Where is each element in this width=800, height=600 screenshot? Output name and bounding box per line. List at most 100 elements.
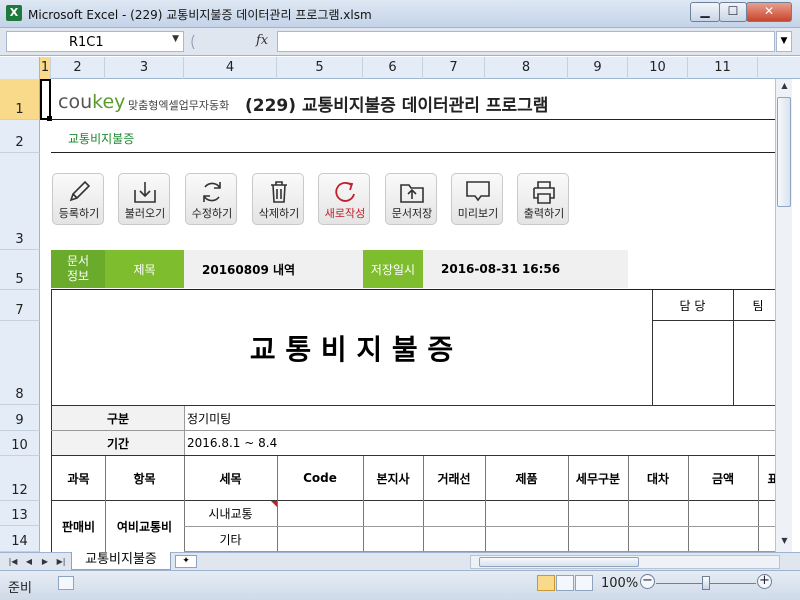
table-header-cell: 표 bbox=[767, 471, 775, 486]
row-header[interactable]: 13 bbox=[0, 501, 40, 526]
maximize-icon: ☐ bbox=[727, 4, 739, 18]
next-sheet-icon[interactable]: ▶ bbox=[38, 556, 52, 568]
coukey-logo: coukey bbox=[58, 91, 126, 113]
print-button[interactable]: 출력하기 bbox=[517, 173, 569, 225]
zoom-in-button[interactable]: + bbox=[757, 574, 772, 589]
zoom-out-button[interactable]: − bbox=[640, 574, 655, 589]
page-break-view-icon[interactable] bbox=[575, 575, 593, 591]
prev-sheet-icon[interactable]: ◀ bbox=[22, 556, 36, 568]
table-row-subject[interactable]: 판매비 bbox=[52, 501, 105, 552]
sheet-tab-bar: |◀ ◀ ▶ ▶| 교통비지불증 ✦ bbox=[0, 552, 800, 570]
status-bar: 준비 100% − + bbox=[0, 570, 800, 600]
expand-formula-button[interactable]: ▼ bbox=[776, 31, 792, 52]
row-header[interactable]: 8 bbox=[0, 321, 40, 405]
horizontal-scroll-thumb[interactable] bbox=[479, 557, 639, 567]
macro-record-icon[interactable] bbox=[58, 576, 74, 590]
app-title: (229) 교통비지불증 데이터관리 프로그램 bbox=[245, 96, 549, 116]
column-header[interactable]: 2 bbox=[51, 57, 105, 79]
zoom-slider-thumb[interactable] bbox=[702, 576, 710, 590]
refresh-icon bbox=[203, 182, 221, 202]
name-box[interactable]: R1C1 ▼ bbox=[6, 31, 184, 52]
edit-button[interactable]: 수정하기 bbox=[185, 173, 237, 225]
category-value[interactable]: 정기미팅 bbox=[187, 406, 387, 430]
row-header[interactable]: 9 bbox=[0, 405, 40, 431]
column-header[interactable]: 5 bbox=[277, 57, 363, 79]
worksheet-grid[interactable]: coukey 맞춤형엑셀업무자동화 (229) 교통비지불증 데이터관리 프로그… bbox=[40, 79, 775, 552]
select-all-corner[interactable] bbox=[0, 57, 40, 79]
table-row-item[interactable]: 여비교통비 bbox=[105, 501, 184, 552]
insert-function-button[interactable]: fx bbox=[256, 33, 268, 48]
insert-sheet-icon[interactable]: ✦ bbox=[175, 555, 197, 568]
active-cell[interactable] bbox=[40, 79, 51, 120]
table-header-cell: 과목 bbox=[67, 471, 90, 486]
column-header[interactable]: 8 bbox=[485, 57, 568, 79]
maximize-button[interactable]: ☐ bbox=[719, 2, 747, 22]
info-divider bbox=[184, 406, 185, 456]
scroll-down-icon[interactable]: ▼ bbox=[778, 536, 791, 550]
trash-icon bbox=[271, 181, 287, 203]
form-heading: 교 통 비 지 불 증 bbox=[249, 332, 454, 366]
zoom-level[interactable]: 100% bbox=[601, 576, 638, 591]
table-row-detail[interactable]: 기타 bbox=[184, 527, 277, 552]
vertical-scrollbar[interactable]: ▲ ▼ bbox=[775, 79, 792, 552]
excel-app-icon[interactable]: X bbox=[6, 5, 22, 21]
period-value[interactable]: 2016.8.1 ~ 8.4 bbox=[187, 431, 387, 455]
saved-value[interactable]: 2016-08-31 16:56 bbox=[423, 250, 628, 288]
minimize-icon: ▁ bbox=[700, 4, 710, 18]
column-header[interactable]: 7 bbox=[423, 57, 485, 79]
new-button[interactable]: 새로작성 bbox=[318, 173, 370, 225]
page-layout-view-icon[interactable] bbox=[556, 575, 574, 591]
horizontal-scrollbar[interactable] bbox=[470, 555, 780, 569]
row-header[interactable]: 2 bbox=[0, 120, 40, 153]
status-text: 준비 bbox=[8, 581, 32, 596]
last-sheet-icon[interactable]: ▶| bbox=[54, 556, 68, 568]
scroll-up-icon[interactable]: ▲ bbox=[778, 81, 791, 95]
first-sheet-icon[interactable]: |◀ bbox=[6, 556, 20, 568]
column-header[interactable]: 6 bbox=[363, 57, 423, 79]
row-header[interactable]: 5 bbox=[0, 250, 40, 290]
chevron-down-icon[interactable]: ▼ bbox=[172, 34, 179, 44]
table-divider bbox=[485, 456, 486, 552]
column-header[interactable]: 1 bbox=[40, 57, 51, 79]
window-title: Microsoft Excel - (229) 교통비지불증 데이터관리 프로그… bbox=[28, 8, 372, 22]
download-tray-icon bbox=[134, 182, 156, 203]
table-header-cell: 항목 bbox=[133, 471, 156, 486]
save-document-button[interactable]: 문서저장 bbox=[385, 173, 437, 225]
column-header[interactable]: 10 bbox=[628, 57, 688, 79]
close-button[interactable]: ✕ bbox=[746, 2, 792, 22]
title-bar: X Microsoft Excel - (229) 교통비지불증 데이터관리 프… bbox=[0, 0, 800, 28]
comment-indicator-icon[interactable] bbox=[271, 501, 277, 507]
approval-header-rule bbox=[652, 320, 775, 321]
row-header[interactable]: 10 bbox=[0, 431, 40, 456]
formula-input[interactable] bbox=[277, 31, 775, 52]
normal-view-icon[interactable] bbox=[537, 575, 555, 591]
table-divider bbox=[363, 456, 364, 552]
column-header[interactable]: 9 bbox=[568, 57, 628, 79]
sheet-tab-active[interactable]: 교통비지불증 bbox=[71, 552, 171, 570]
formula-separator-icon bbox=[191, 34, 195, 50]
row-header[interactable]: 14 bbox=[0, 526, 40, 552]
row-header[interactable]: 3 bbox=[0, 153, 40, 250]
preview-button[interactable]: 미리보기 bbox=[451, 173, 503, 225]
register-button[interactable]: 등록하기 bbox=[52, 173, 104, 225]
delete-button[interactable]: 삭제하기 bbox=[252, 173, 304, 225]
table-divider bbox=[423, 456, 424, 552]
column-header[interactable]: 11 bbox=[688, 57, 758, 79]
sheet-subtitle: 교통비지불증 bbox=[68, 132, 135, 146]
row-header[interactable]: 7 bbox=[0, 290, 40, 321]
saved-label: 저장일시 bbox=[363, 250, 423, 288]
logo-subtitle: 맞춤형엑셀업무자동화 bbox=[128, 99, 230, 112]
table-row-detail[interactable]: 시내교통 bbox=[184, 501, 277, 526]
minimize-button[interactable]: ▁ bbox=[690, 2, 720, 22]
table-divider bbox=[688, 456, 689, 552]
load-button[interactable]: 불러오기 bbox=[118, 173, 170, 225]
column-header[interactable]: 3 bbox=[105, 57, 184, 79]
title-value[interactable]: 20160809 내역 bbox=[184, 250, 363, 288]
vertical-scroll-thumb[interactable] bbox=[777, 97, 791, 207]
approval-manager-label: 담 당 bbox=[679, 298, 706, 313]
row-header[interactable]: 1 bbox=[0, 79, 40, 120]
column-header[interactable]: 4 bbox=[184, 57, 277, 79]
table-divider bbox=[277, 456, 278, 552]
row-header[interactable]: 12 bbox=[0, 456, 40, 501]
docinfo-label: 문서 정보 bbox=[51, 250, 105, 288]
